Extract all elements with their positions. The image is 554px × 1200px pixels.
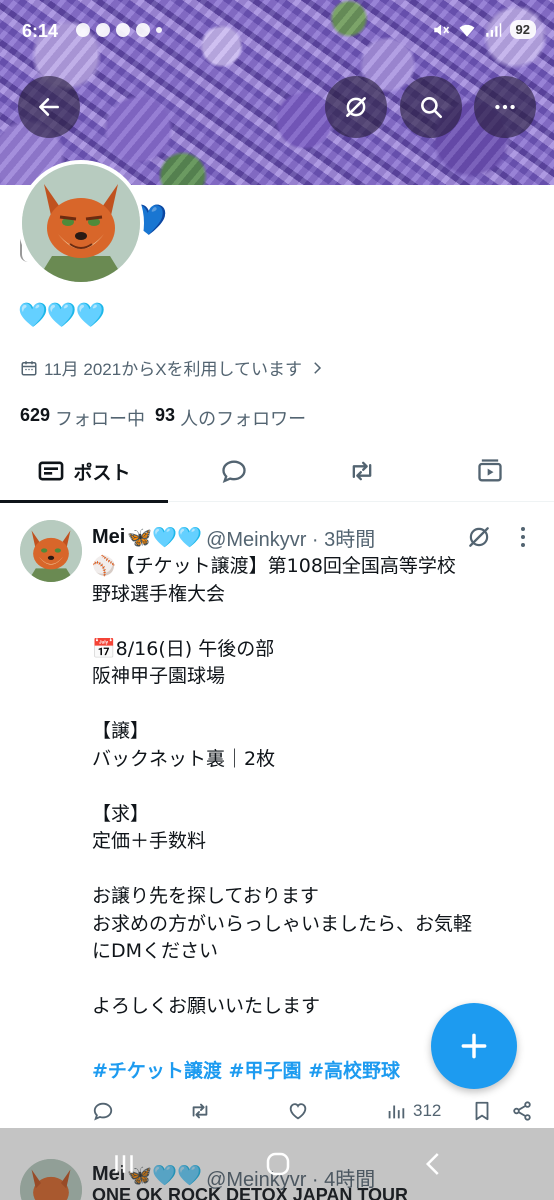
repost-icon — [192, 1103, 208, 1119]
tab-posts-label: ポスト — [73, 462, 131, 484]
home-icon — [266, 1152, 290, 1176]
post-handle-time[interactable]: @Meinkyvr · 3時間 — [206, 523, 375, 552]
views-count: 312 — [413, 1101, 442, 1120]
notification-icon — [116, 23, 130, 37]
post-author-emojis: 🦋🩵🩵 — [127, 527, 203, 549]
views-button[interactable]: 312 — [385, 1100, 441, 1122]
bookmark-button[interactable] — [471, 1100, 493, 1122]
back-button[interactable] — [18, 76, 80, 138]
more-vertical-icon[interactable] — [517, 524, 529, 550]
post-hashtags[interactable]: #チケット譲渡 #甲子園 #高校野球 — [92, 1056, 400, 1083]
following-link[interactable]: 629 フォロー中 — [20, 405, 145, 431]
battery-indicator: 92 — [509, 20, 536, 39]
notification-icon — [96, 23, 110, 37]
followers-link[interactable]: 93 人のフォロワー — [155, 405, 306, 431]
search-icon — [421, 97, 443, 119]
calendar-icon — [21, 360, 37, 375]
reply-bubble-icon — [222, 460, 246, 484]
fox-avatar-image — [22, 164, 140, 282]
mute-icon — [433, 24, 449, 35]
retweet-icon — [352, 461, 372, 481]
share-button[interactable] — [511, 1100, 533, 1122]
recent-apps-button[interactable] — [104, 1146, 144, 1182]
status-time: 6:14 — [22, 21, 59, 41]
post-author-name[interactable]: Mei — [92, 526, 125, 549]
analytics-icon — [388, 1105, 405, 1119]
status-system-icons: 92 — [432, 20, 536, 39]
home-button[interactable] — [258, 1146, 298, 1182]
grok-icon[interactable] — [466, 524, 492, 550]
signal-icon — [485, 22, 501, 37]
back-chevron-icon — [425, 1153, 439, 1175]
profile-avatar[interactable] — [18, 160, 144, 286]
back-nav-button[interactable] — [414, 1146, 454, 1182]
grok-icon — [346, 97, 366, 117]
followers-count: 93 — [155, 405, 176, 425]
profile-bio: 🩵🩵🩵 — [18, 301, 106, 329]
tab-media[interactable] — [456, 440, 524, 502]
joined-date-row[interactable]: 11月 2021からXを利用しています — [20, 355, 326, 380]
status-notification-icons — [76, 23, 162, 37]
recent-apps-icon — [115, 1155, 133, 1173]
plus-icon — [461, 1033, 487, 1059]
tab-posts[interactable]: ポスト — [0, 440, 168, 503]
post-text: ⚾【チケット譲渡】第108回全国高等学校 野球選手権大会 📅8/16(日) 午後… — [92, 555, 473, 1017]
notification-icon — [76, 23, 90, 37]
search-button[interactable] — [400, 76, 462, 138]
following-label: フォロー中 — [55, 409, 146, 429]
like-button[interactable] — [287, 1100, 309, 1122]
repost-button[interactable] — [189, 1100, 211, 1122]
status-bar: 6:14 92 — [0, 0, 554, 64]
grok-button[interactable] — [325, 76, 387, 138]
share-icon — [513, 1101, 531, 1121]
tab-replies[interactable] — [200, 440, 268, 502]
tiktok-icon — [136, 23, 150, 37]
chevron-right-icon — [314, 361, 322, 374]
bookmark-icon — [475, 1101, 489, 1121]
reply-icon — [93, 1102, 113, 1121]
followers-label: 人のフォロワー — [180, 409, 307, 429]
wifi-icon — [459, 24, 475, 37]
more-options-button[interactable] — [474, 76, 536, 138]
media-icon — [478, 459, 502, 482]
following-count: 629 — [20, 405, 51, 425]
reply-button[interactable] — [92, 1100, 114, 1122]
joined-date-text: 11月 2021からXを利用しています — [44, 360, 303, 379]
fox-avatar-image — [20, 520, 82, 582]
posts-tab-icon — [39, 461, 64, 481]
more-horizontal-icon — [495, 104, 515, 110]
arrow-left-icon — [39, 98, 59, 116]
heart-icon — [289, 1103, 307, 1120]
more-notifications-dot — [156, 27, 162, 33]
post-action-bar: 312 — [92, 1100, 542, 1128]
profile-tabs: ポスト — [0, 440, 554, 503]
post-header: Mei 🦋🩵🩵 @Meinkyvr · 3時間 — [92, 523, 375, 552]
tab-highlights[interactable] — [328, 440, 396, 502]
compose-post-button[interactable] — [431, 1003, 517, 1089]
follow-stats: 629 フォロー中 93 人のフォロワー — [20, 405, 306, 431]
post-author-avatar[interactable] — [20, 520, 82, 582]
system-navigation-bar — [0, 1128, 554, 1200]
